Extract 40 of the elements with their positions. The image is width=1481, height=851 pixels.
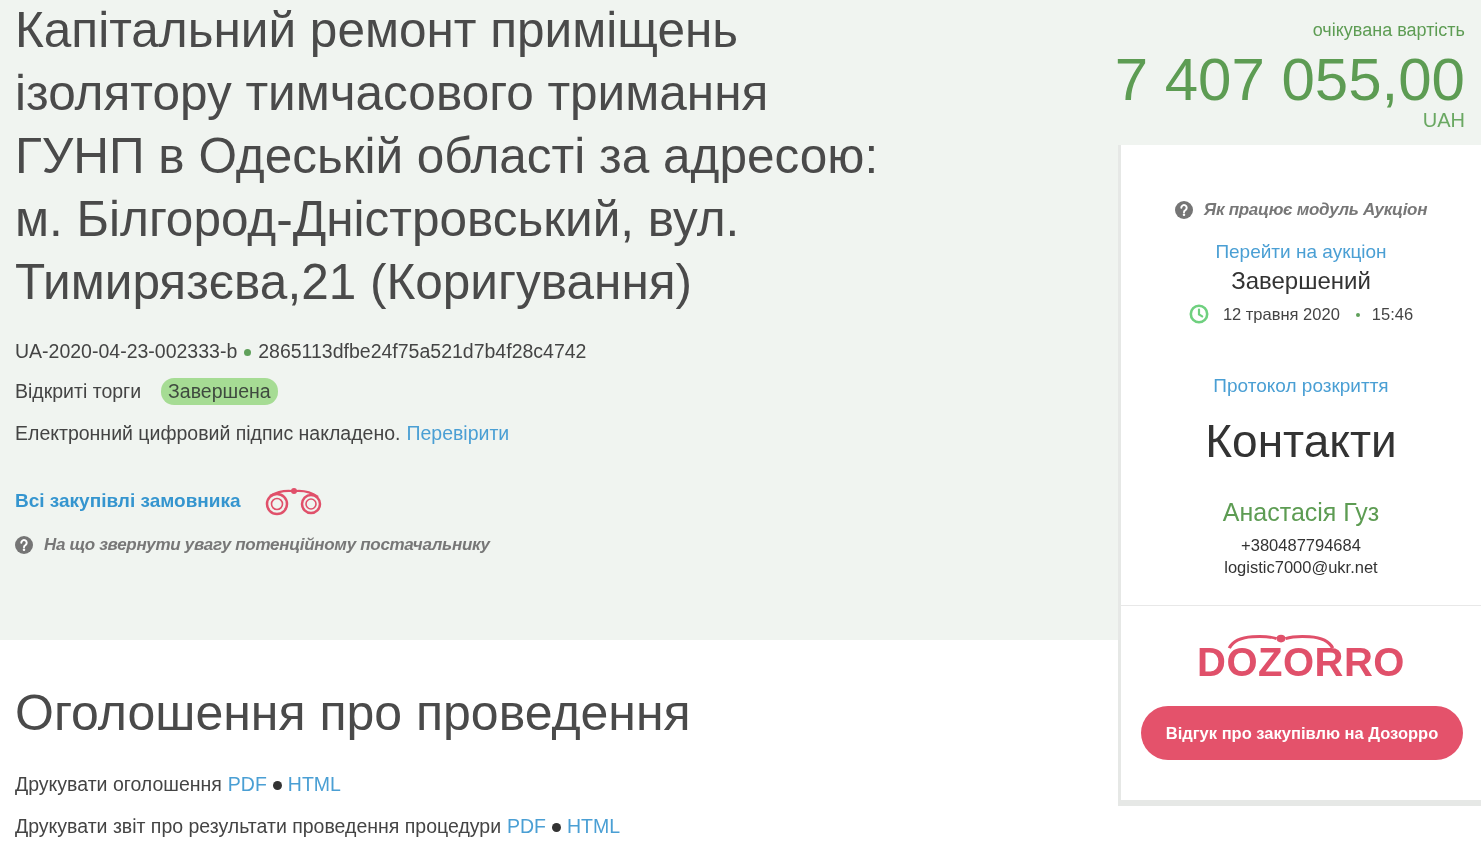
customer-tenders-link[interactable]: Всі закупівлі замовника [15,490,241,512]
print-link[interactable]: PDF [227,772,267,796]
print-label: Друкувати оголошення [15,772,222,796]
feedback-button[interactable]: Відгук про закупівлю на Дозорро [1141,706,1463,760]
contacts-title: Контакти [1205,414,1397,469]
print-label: Друкувати звіт про результати проведення процедури [15,814,502,838]
procedure-type: Відкриті торги [15,379,142,403]
auction-status: Завершений [1231,266,1371,296]
supplier-tips-link[interactable]: На що звернути увагу потенційному постачальнику [44,535,490,555]
binoculars-icon [264,486,323,516]
print-link[interactable]: HTML [287,772,341,796]
print-link[interactable]: HTML [567,814,621,838]
auction-help-link[interactable]: Як працює модуль Аукціон [1203,200,1428,220]
logo-wordmark: DOZORRO [1197,642,1405,682]
price-amount: 7 407 055,00 [1114,50,1465,110]
bullet-icon [272,780,282,790]
help-icon [1174,201,1193,219]
auction-time: 15:46 [1371,304,1414,325]
auction-link[interactable]: Перейти на аукціон [1215,240,1387,264]
auction-date: 12 травня 2020 [1222,304,1340,325]
dot-icon [1355,313,1360,317]
contact-name: Анастасія Гуз [1222,497,1380,527]
currency-label: UAH [1422,108,1465,132]
section-title: Оголошення про проведення [15,685,691,741]
contact-phone: +380487794684 [1241,535,1361,556]
help-icon [15,536,33,554]
dot-icon [244,348,252,356]
tender-title: Капітальний ремонт приміщень ізолятору тимчасового тримання ГУНП в Одеській області за адресою: м. Білгород-Дністровський, вул. Тимирязєва,21 (Коригування) [15,1,880,311]
tender-hash: 2865113dfbe24f75a521d7b4f28c4742 [258,339,587,363]
verify-link[interactable]: Перевірити [406,421,510,445]
print-link[interactable]: PDF [507,814,547,838]
status-badge: Завершена [161,377,278,405]
protocol-link[interactable]: Протокол розкриття [1213,374,1389,398]
binocular-bridge-icon [1226,632,1337,649]
clock-icon [1188,304,1209,324]
tender-id: UA-2020-04-23-002333-b [15,339,238,363]
signature-status-text: Електронний цифровий підпис накладено. [15,421,401,445]
bullet-icon [552,822,562,832]
contact-email: logistic7000@ukr.net [1224,557,1378,578]
price-label: очікувана вартість [1312,19,1465,42]
